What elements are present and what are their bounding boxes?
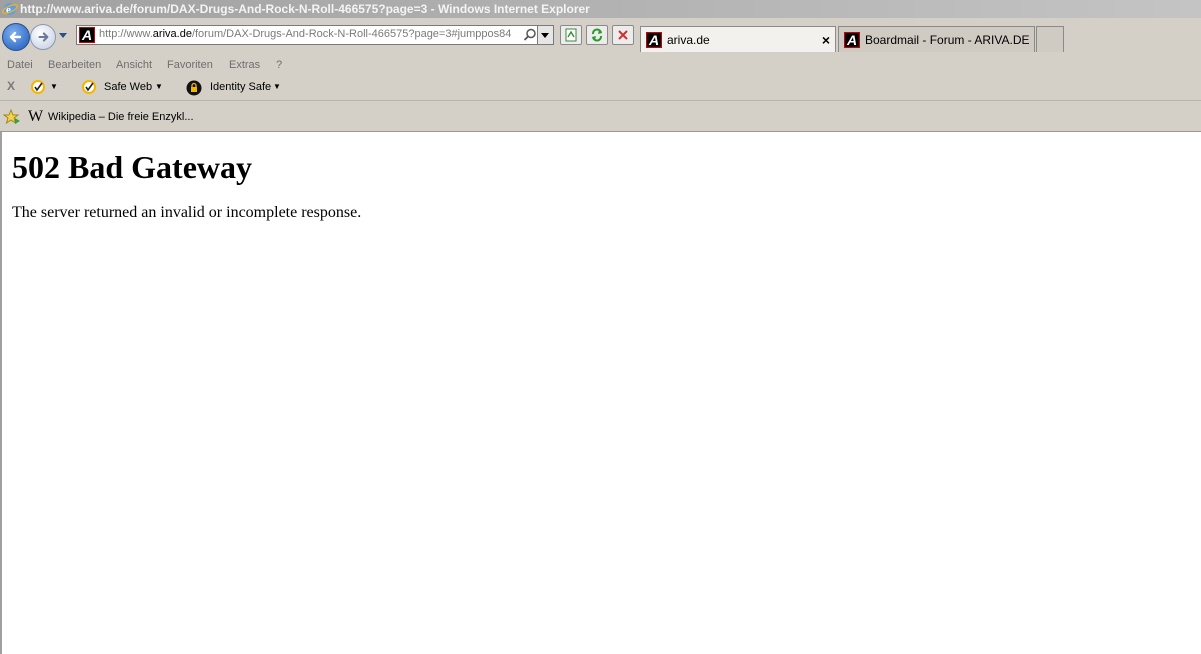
refresh-button[interactable] (586, 25, 608, 45)
compatibility-view-icon (565, 28, 577, 42)
wikipedia-icon: W (28, 108, 44, 125)
favorites-star-icon[interactable] (3, 109, 21, 125)
error-message: The server returned an invalid or incomp… (12, 204, 362, 221)
chevron-down-icon[interactable]: ▼ (50, 82, 58, 91)
page-content: 502 Bad Gateway The server returned an i… (0, 132, 1201, 654)
norton-check-icon[interactable] (31, 80, 45, 94)
compatibility-view-button[interactable] (560, 25, 582, 45)
refresh-icon (592, 28, 602, 42)
favorites-bar: W Wikipedia – Die freie Enzykl... (0, 100, 1201, 132)
menu-datei[interactable]: Datei (7, 59, 33, 71)
menu-bar: Datei Bearbeiten Ansicht Favoriten Extra… (0, 56, 1201, 76)
stop-button[interactable] (612, 25, 634, 45)
window-title: http://www.ariva.de/forum/DAX-Drugs-And-… (20, 2, 590, 16)
menu-favoriten[interactable]: Favoriten (167, 59, 213, 71)
back-arrow-icon (9, 31, 22, 43)
tab-boardmail[interactable]: A Boardmail - Forum - ARIVA.DE (838, 26, 1035, 52)
ariva-icon: A (646, 32, 662, 48)
address-bar[interactable]: A http://www.ariva.de/forum/DAX-Drugs-An… (76, 25, 554, 45)
search-icon[interactable] (523, 28, 537, 42)
tab-label: ariva.de (667, 33, 710, 47)
chevron-down-icon (541, 33, 549, 38)
menu-bearbeiten[interactable]: Bearbeiten (48, 59, 101, 71)
error-heading: 502 Bad Gateway (12, 149, 252, 185)
window-title-bar[interactable]: e http://www.ariva.de/forum/DAX-Drugs-An… (0, 0, 1201, 18)
favorite-wikipedia-link[interactable]: Wikipedia – Die freie Enzykl... (48, 111, 194, 123)
close-tab-icon[interactable]: × (822, 27, 830, 53)
identity-safe-icon (186, 80, 202, 96)
menu-ansicht[interactable]: Ansicht (116, 59, 152, 71)
chevron-down-icon[interactable]: ▼ (273, 82, 281, 91)
forward-arrow-icon (38, 32, 49, 42)
address-url[interactable]: http://www.ariva.de/forum/DAX-Drugs-And-… (99, 28, 519, 40)
chevron-down-icon[interactable]: ▼ (155, 82, 163, 91)
tab-ariva[interactable]: A ariva.de × (640, 26, 836, 52)
menu-extras[interactable]: Extras (229, 59, 260, 71)
new-tab-button[interactable] (1036, 26, 1064, 52)
internet-explorer-icon: e (2, 3, 18, 16)
forward-button[interactable] (30, 24, 56, 50)
safe-web-button[interactable]: Safe Web (104, 81, 152, 93)
toolbar-close-button[interactable]: X (7, 79, 15, 93)
navigation-bar: A http://www.ariva.de/forum/DAX-Drugs-An… (0, 18, 1201, 54)
ariva-icon: A (844, 32, 860, 48)
identity-safe-button[interactable]: Identity Safe (210, 81, 271, 93)
stop-icon (618, 30, 628, 40)
tab-label: Boardmail - Forum - ARIVA.DE (865, 33, 1030, 47)
back-button[interactable] (2, 23, 30, 51)
norton-toolbar: X ▼ Safe Web ▼ Identity Safe ▼ (0, 76, 1201, 98)
ariva-site-icon: A (79, 27, 95, 43)
recent-pages-dropdown-icon[interactable] (58, 30, 68, 40)
menu-help[interactable]: ? (276, 59, 282, 71)
safe-web-check-icon (82, 80, 96, 94)
address-dropdown-button[interactable] (537, 26, 553, 44)
